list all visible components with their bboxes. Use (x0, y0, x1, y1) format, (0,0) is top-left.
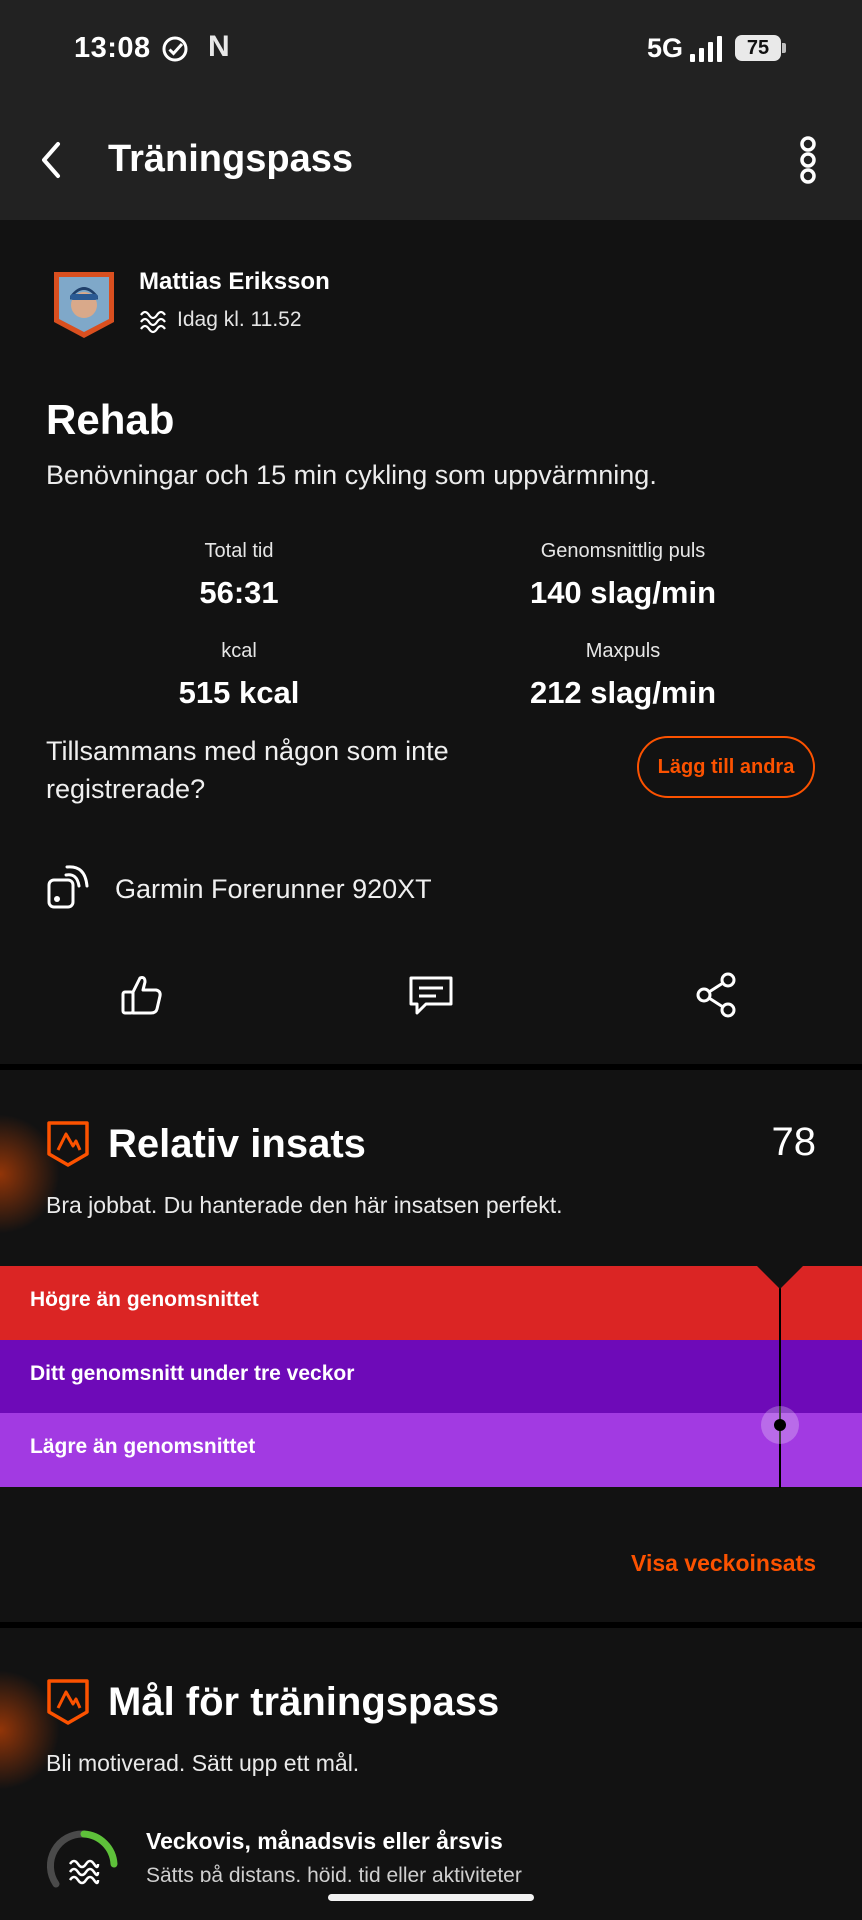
stat-calories: kcal 515 kcal (79, 640, 399, 711)
comment-icon[interactable] (406, 970, 456, 1020)
activity-description: Benövningar och 15 min cykling som uppvä… (46, 460, 657, 490)
activity-title: Rehab (46, 396, 175, 443)
band-label: Högre än genomsnittet (30, 1288, 259, 1311)
activity-timestamp: Idag kl. 11.52 (177, 308, 302, 331)
relative-effort-title: Relativ insats (108, 1122, 366, 1166)
summit-badge-icon (47, 1679, 89, 1725)
relative-effort-subtitle: Bra jobbat. Du hanterade den här insatse… (46, 1192, 563, 1218)
activity-card: Mattias Eriksson Idag kl. 11.52 Rehab Be… (0, 220, 862, 1064)
band-above-average: Högre än genomsnittet (0, 1266, 862, 1340)
device-sync-icon (47, 865, 89, 909)
stat-label: Maxpuls (585, 640, 661, 662)
kudos-thumbs-up-icon[interactable] (118, 970, 168, 1020)
netflix-icon: N (208, 30, 230, 63)
stat-total-time: Total tid 56:31 (79, 540, 399, 611)
stat-value: 140 slag/min (529, 575, 717, 610)
goals-card: Mål för träningspass Bli motiverad. Sätt… (0, 1628, 862, 1920)
stat-value: 56:31 (199, 575, 279, 610)
effort-marker-line (779, 1266, 781, 1488)
avatar[interactable] (52, 270, 116, 340)
summit-badge-icon (47, 1121, 89, 1167)
network-type: 5G (647, 33, 684, 63)
battery-level: 75 (735, 35, 781, 61)
add-others-button[interactable]: Lägg till andra (637, 736, 815, 798)
stat-label: Total tid (204, 540, 274, 562)
goal-item-subtitle: Sätts på distans, höjd, tid eller aktivi… (146, 1864, 522, 1882)
app-bar: Träningspass (0, 100, 862, 220)
more-options-icon[interactable] (790, 130, 826, 190)
stat-avg-heart-rate: Genomsnittlig puls 140 slag/min (463, 540, 783, 611)
signal-icon (690, 36, 722, 62)
stat-value: 515 kcal (178, 675, 300, 710)
effort-marker-dot (774, 1419, 786, 1431)
goals-subtitle: Bli motiverad. Sätt upp ett mål. (46, 1750, 360, 1776)
check-circle-icon (162, 36, 188, 62)
share-icon[interactable] (692, 970, 742, 1020)
workout-icon (140, 310, 166, 334)
page-title: Träningspass (108, 138, 353, 180)
back-arrow-icon[interactable] (32, 130, 76, 190)
goal-item-title[interactable]: Veckovis, månadsvis eller årsvis (146, 1828, 503, 1855)
band-label: Lägre än genomsnittet (30, 1435, 256, 1458)
stat-label: Genomsnittlig puls (540, 540, 706, 562)
battery-icon: 75 (735, 35, 786, 61)
goals-title: Mål för träningspass (108, 1680, 500, 1724)
relative-effort-score: 78 (771, 1120, 817, 1164)
band-label: Ditt genomsnitt under tre veckor (30, 1362, 355, 1385)
athlete-name[interactable]: Mattias Eriksson (139, 268, 330, 296)
band-below-average: Lägre än genomsnittet (0, 1413, 862, 1487)
status-time: 13:08 (74, 32, 151, 64)
band-three-week-average: Ditt genomsnitt under tre veckor (0, 1340, 862, 1414)
battery-tip (782, 43, 786, 53)
relative-effort-card: Relativ insats 78 Bra jobbat. Du hantera… (0, 1070, 862, 1622)
together-prompt: Tillsammans med någon som inte registrer… (46, 736, 449, 804)
stat-value: 212 slag/min (529, 675, 717, 710)
stat-max-heart-rate: Maxpuls 212 slag/min (463, 640, 783, 711)
device-name: Garmin Forerunner 920XT (115, 874, 432, 904)
stat-label: kcal (221, 640, 257, 662)
goal-progress-icon[interactable] (46, 1824, 122, 1900)
status-bar: 13:08 N 5G 75 (0, 0, 862, 100)
view-weekly-effort-link[interactable]: Visa veckoinsats (631, 1550, 816, 1577)
home-indicator[interactable] (328, 1894, 534, 1901)
effort-marker-notch (757, 1266, 803, 1289)
